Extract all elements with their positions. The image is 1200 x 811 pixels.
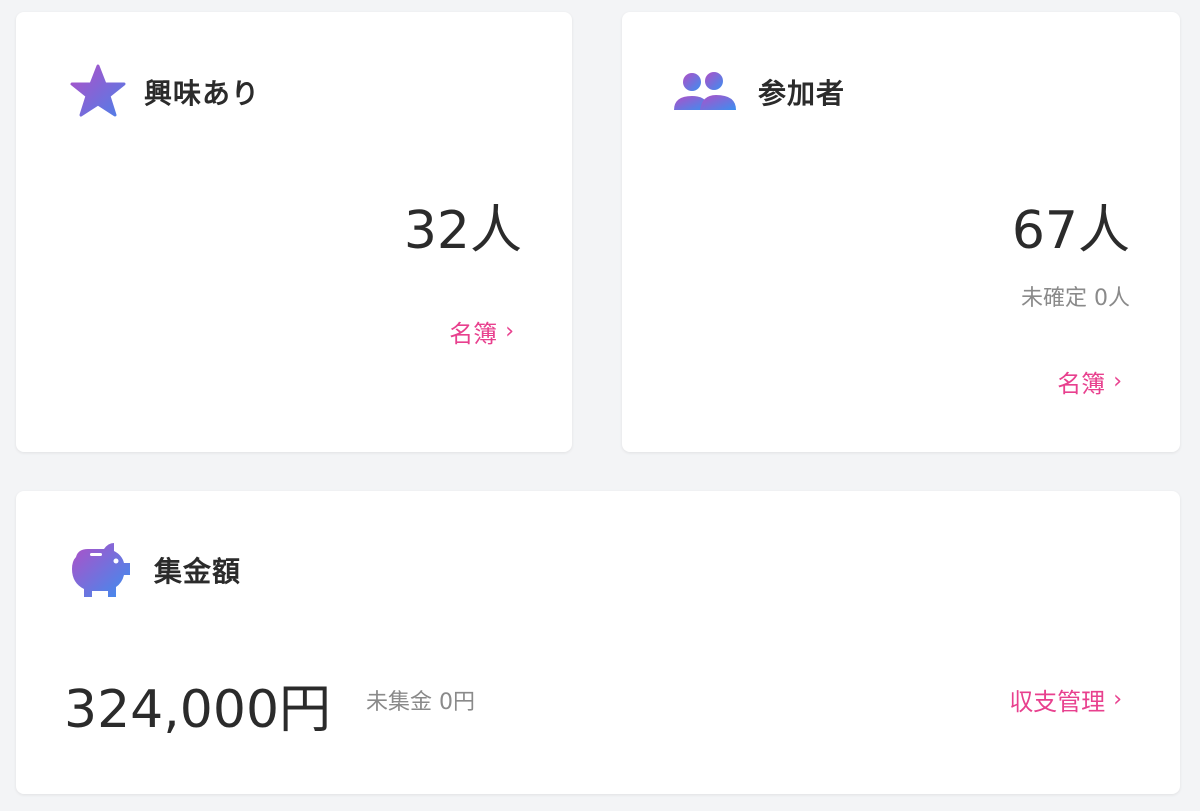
participants-count: 67人 [1011,201,1130,261]
collection-card: 集金額 324,000円 未集金 0円 収支管理 › [16,491,1180,794]
interest-card: 興味あり 32人 名簿 › [16,12,572,452]
people-icon [670,62,740,122]
participants-unconfirmed: 未確定 0人 [1021,286,1130,311]
participants-roster-link[interactable]: 名簿 › [1057,364,1122,399]
collection-amount: 324,000円 [64,680,332,740]
income-expense-link[interactable]: 収支管理 › [1009,682,1122,717]
chevron-right-icon: › [1113,687,1122,712]
participants-card-header: 参加者 [670,62,845,122]
participants-title: 参加者 [758,77,846,110]
piggy-bank-icon [66,539,132,601]
collection-card-header: 集金額 [66,539,241,601]
interest-count: 32人 [403,201,522,261]
income-expense-link-label: 収支管理 [1009,688,1106,716]
collection-uncollected: 未集金 0円 [366,690,475,715]
participants-card: 参加者 67人 未確定 0人 名簿 › [622,12,1180,452]
star-icon [68,62,128,122]
interest-roster-link-label: 名簿 [449,320,498,348]
interest-roster-link[interactable]: 名簿 › [449,314,514,349]
interest-card-header: 興味あり [68,62,260,122]
interest-title: 興味あり [144,77,261,110]
participants-roster-link-label: 名簿 [1057,370,1106,398]
chevron-right-icon: › [505,319,514,344]
chevron-right-icon: › [1113,369,1122,394]
collection-title: 集金額 [154,555,242,588]
